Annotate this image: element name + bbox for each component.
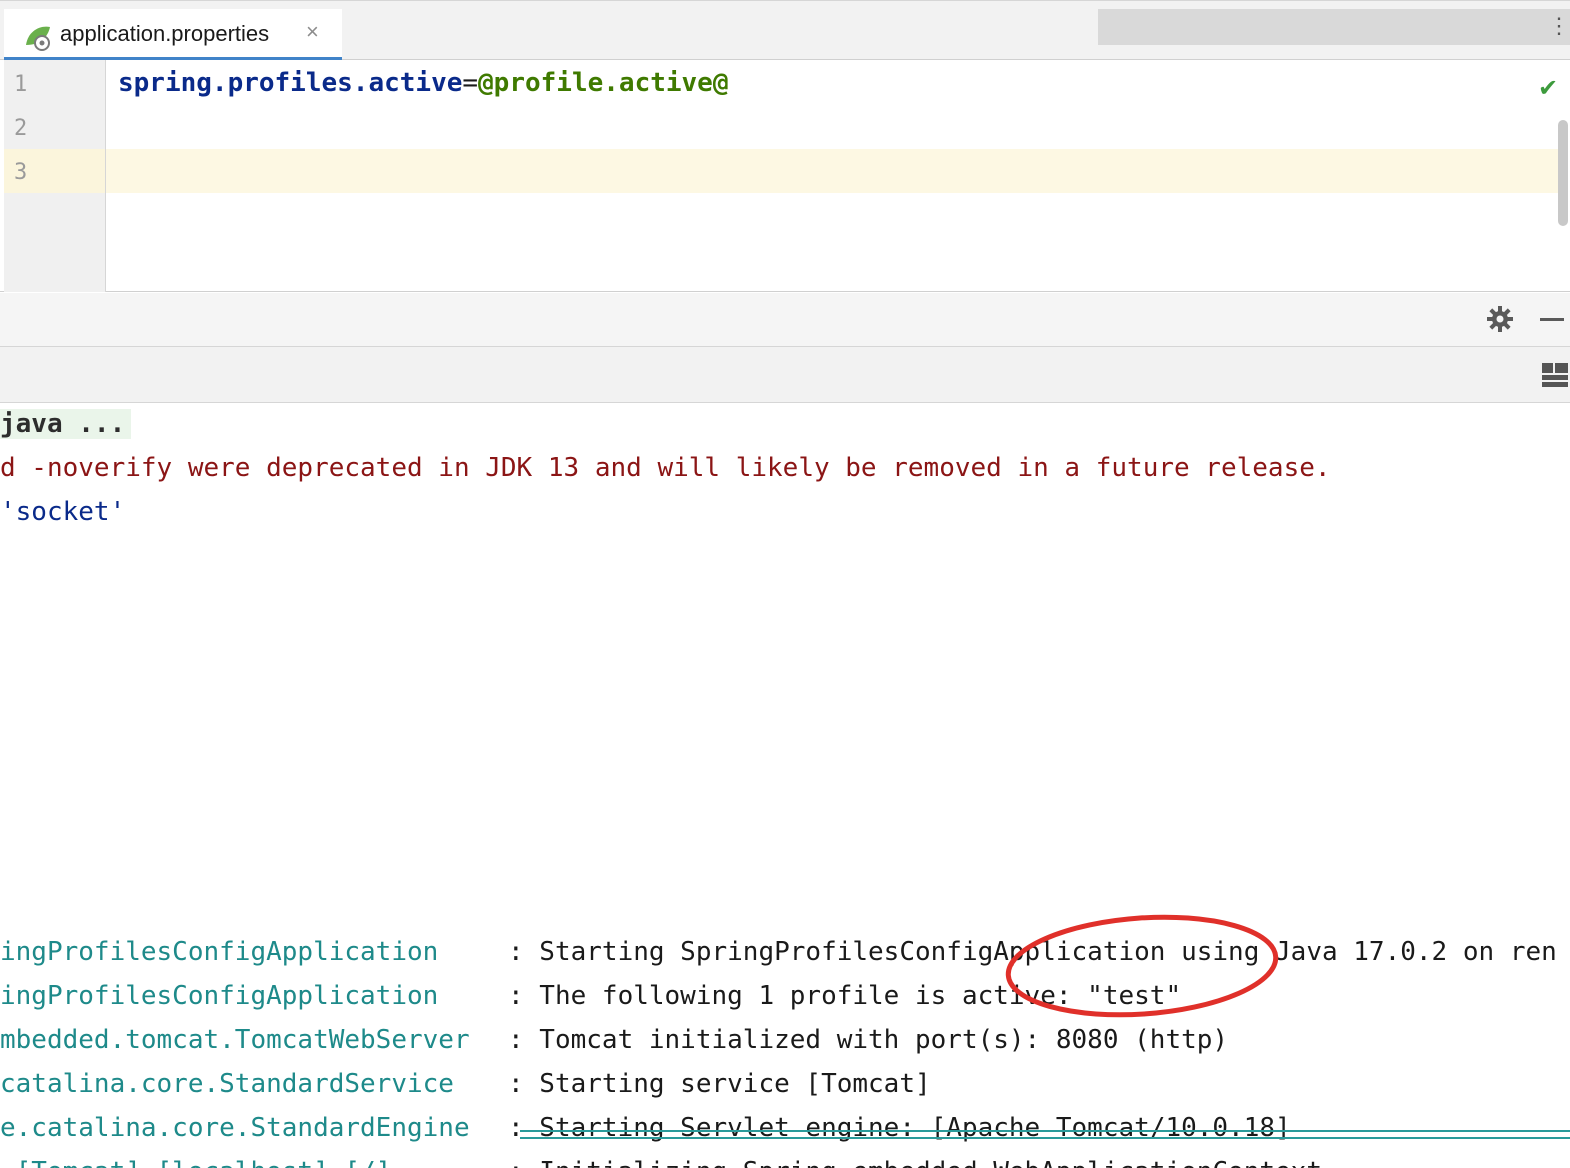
tool-window-header: [0, 293, 1570, 347]
layout-icon[interactable]: [1542, 363, 1568, 387]
more-tabs-icon[interactable]: ⋮: [1548, 15, 1570, 37]
log-logger: ingProfilesConfigApplication: [0, 981, 439, 1011]
line-number: 1: [14, 72, 28, 97]
log-row: ingProfilesConfigApplication: [0, 937, 438, 967]
log-message: : Starting SpringProfilesConfigApplicati…: [508, 937, 1557, 967]
current-line-gutter: 3: [4, 149, 105, 193]
property-equals: =: [462, 68, 479, 98]
console-toolbar: [0, 347, 1570, 403]
spring-properties-file-icon: [26, 26, 50, 51]
console-socket-line: 'socket': [0, 497, 126, 527]
tab-application-properties[interactable]: application.properties ×: [4, 9, 342, 61]
log-row: e.catalina.core.StandardEngine: [0, 1113, 470, 1143]
close-icon[interactable]: ×: [306, 19, 319, 45]
selection-strike-line: [520, 1137, 1570, 1139]
run-console[interactable]: java ... d -noverify were deprecated in …: [0, 403, 1570, 1168]
code-editor[interactable]: 1 2 3 spring.profiles.active=@profile.ac…: [0, 60, 1570, 292]
console-command-line: java ...: [0, 409, 132, 439]
log-logger: ingProfilesConfigApplication: [0, 937, 439, 967]
code-line-1[interactable]: spring.profiles.active=@profile.active@: [118, 68, 728, 98]
selection-strike-line: [520, 1130, 1570, 1132]
current-line-highlight: [106, 149, 1558, 193]
gear-icon[interactable]: [1486, 305, 1514, 333]
log-message: : Starting service [Tomcat]: [508, 1069, 931, 1099]
log-message: : Initializing Spring embedded WebApplic…: [508, 1157, 1322, 1168]
line-number: 3: [14, 160, 28, 185]
log-logger: .[Tomcat].[localhost].[/]: [0, 1157, 391, 1168]
check-icon: ✔: [1538, 75, 1559, 102]
editor-scrollbar[interactable]: [1558, 120, 1568, 226]
minimize-icon[interactable]: [1540, 318, 1564, 321]
property-key: spring.profiles.active: [118, 68, 463, 98]
log-logger: catalina.core.StandardService: [0, 1069, 454, 1099]
console-warning-line: d -noverify were deprecated in JDK 13 an…: [0, 453, 1331, 483]
log-row: .[Tomcat].[localhost].[/]: [0, 1157, 391, 1168]
log-row: ingProfilesConfigApplication: [0, 981, 438, 1011]
log-message: : The following 1 profile is active: "te…: [508, 981, 1182, 1011]
log-logger: mbedded.tomcat.TomcatWebServer: [0, 1025, 470, 1055]
tab-label: application.properties: [60, 21, 270, 46]
log-row: catalina.core.StandardService: [0, 1069, 454, 1099]
line-number: 2: [14, 116, 28, 141]
log-row: mbedded.tomcat.TomcatWebServer: [0, 1025, 470, 1055]
editor-tab-bar: application.properties × ⋮: [0, 0, 1570, 61]
log-message: : Tomcat initialized with port(s): 8080 …: [508, 1025, 1229, 1055]
tab-bar-empty-area: [1098, 9, 1570, 45]
property-value: @profile.active@: [478, 68, 729, 98]
log-logger: e.catalina.core.StandardEngine: [0, 1113, 470, 1143]
